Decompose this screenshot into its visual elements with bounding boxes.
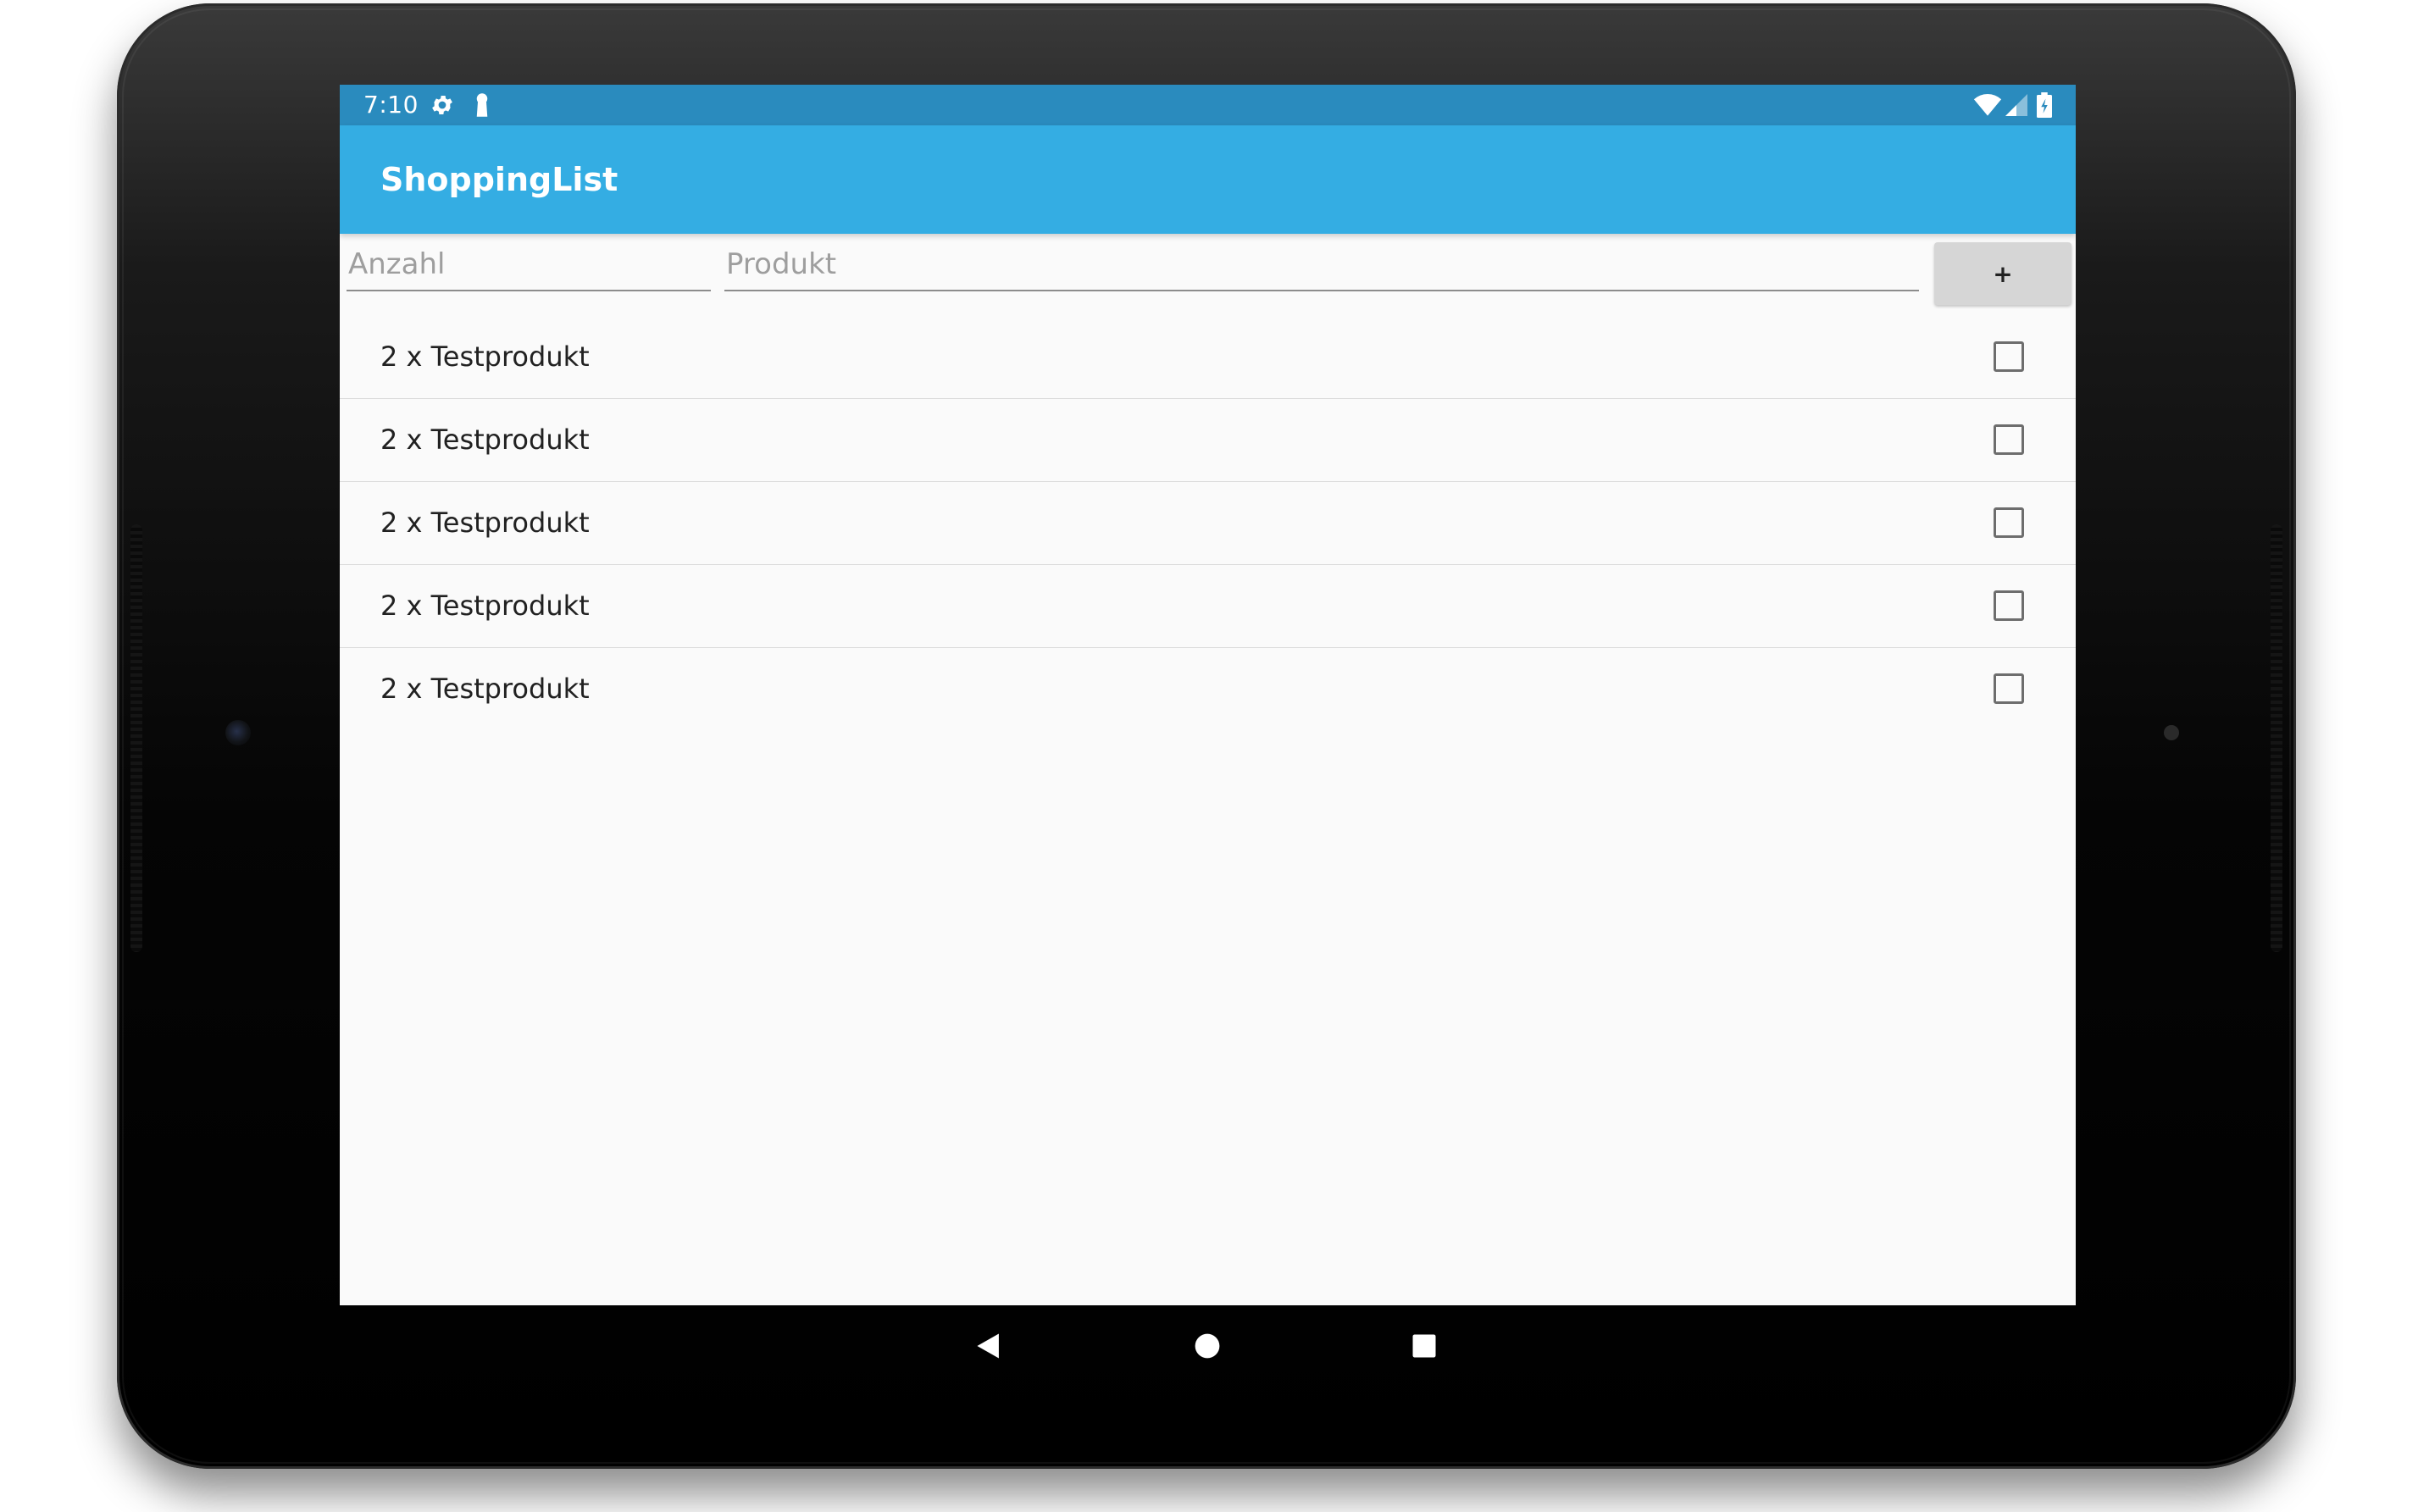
wifi-icon (1973, 91, 2002, 119)
list-item: 2 x Testprodukt (340, 399, 2076, 482)
list-item-label: 2 x Testprodukt (380, 507, 590, 539)
product-input[interactable] (724, 242, 1919, 291)
list-item-checkbox[interactable] (1994, 424, 2024, 455)
cellular-signal-icon (2005, 91, 2027, 119)
list-item-checkbox[interactable] (1994, 507, 2024, 538)
home-icon[interactable] (1185, 1324, 1229, 1368)
list-item: 2 x Testprodukt (340, 482, 2076, 565)
device-screen: 7:10 ShoppingList Anzahl Produkt + 2 x T… (340, 85, 2076, 1305)
list-item-checkbox[interactable] (1994, 590, 2024, 621)
left-speaker-grille (130, 524, 142, 952)
battery-charging-icon (2037, 91, 2052, 119)
add-item-button[interactable]: + (1934, 242, 2071, 305)
keyhole-icon (474, 91, 491, 119)
gear-icon (430, 91, 455, 119)
status-time: 7:10 (363, 91, 419, 119)
light-sensor (2164, 725, 2179, 740)
list-item-label: 2 x Testprodukt (380, 590, 590, 622)
list-item: 2 x Testprodukt (340, 648, 2076, 731)
list-item-label: 2 x Testprodukt (380, 341, 590, 373)
list-item: 2 x Testprodukt (340, 565, 2076, 648)
list-item-label: 2 x Testprodukt (380, 424, 590, 456)
app-bar: ShoppingList (340, 125, 2076, 234)
app-title: ShoppingList (380, 161, 618, 198)
right-speaker-grille (2271, 524, 2282, 952)
shopping-list: 2 x Testprodukt 2 x Testprodukt 2 x Test… (340, 316, 2076, 731)
status-bar: 7:10 (340, 85, 2076, 125)
navigation-bar (340, 1305, 2076, 1387)
front-camera (225, 720, 251, 745)
list-item-checkbox[interactable] (1994, 341, 2024, 372)
list-item: 2 x Testprodukt (340, 316, 2076, 399)
add-item-row: + (340, 237, 2076, 312)
list-item-label: 2 x Testprodukt (380, 673, 590, 705)
back-icon[interactable] (967, 1324, 1011, 1368)
recents-icon[interactable] (1402, 1324, 1446, 1368)
quantity-input[interactable] (347, 242, 711, 291)
list-item-checkbox[interactable] (1994, 673, 2024, 704)
